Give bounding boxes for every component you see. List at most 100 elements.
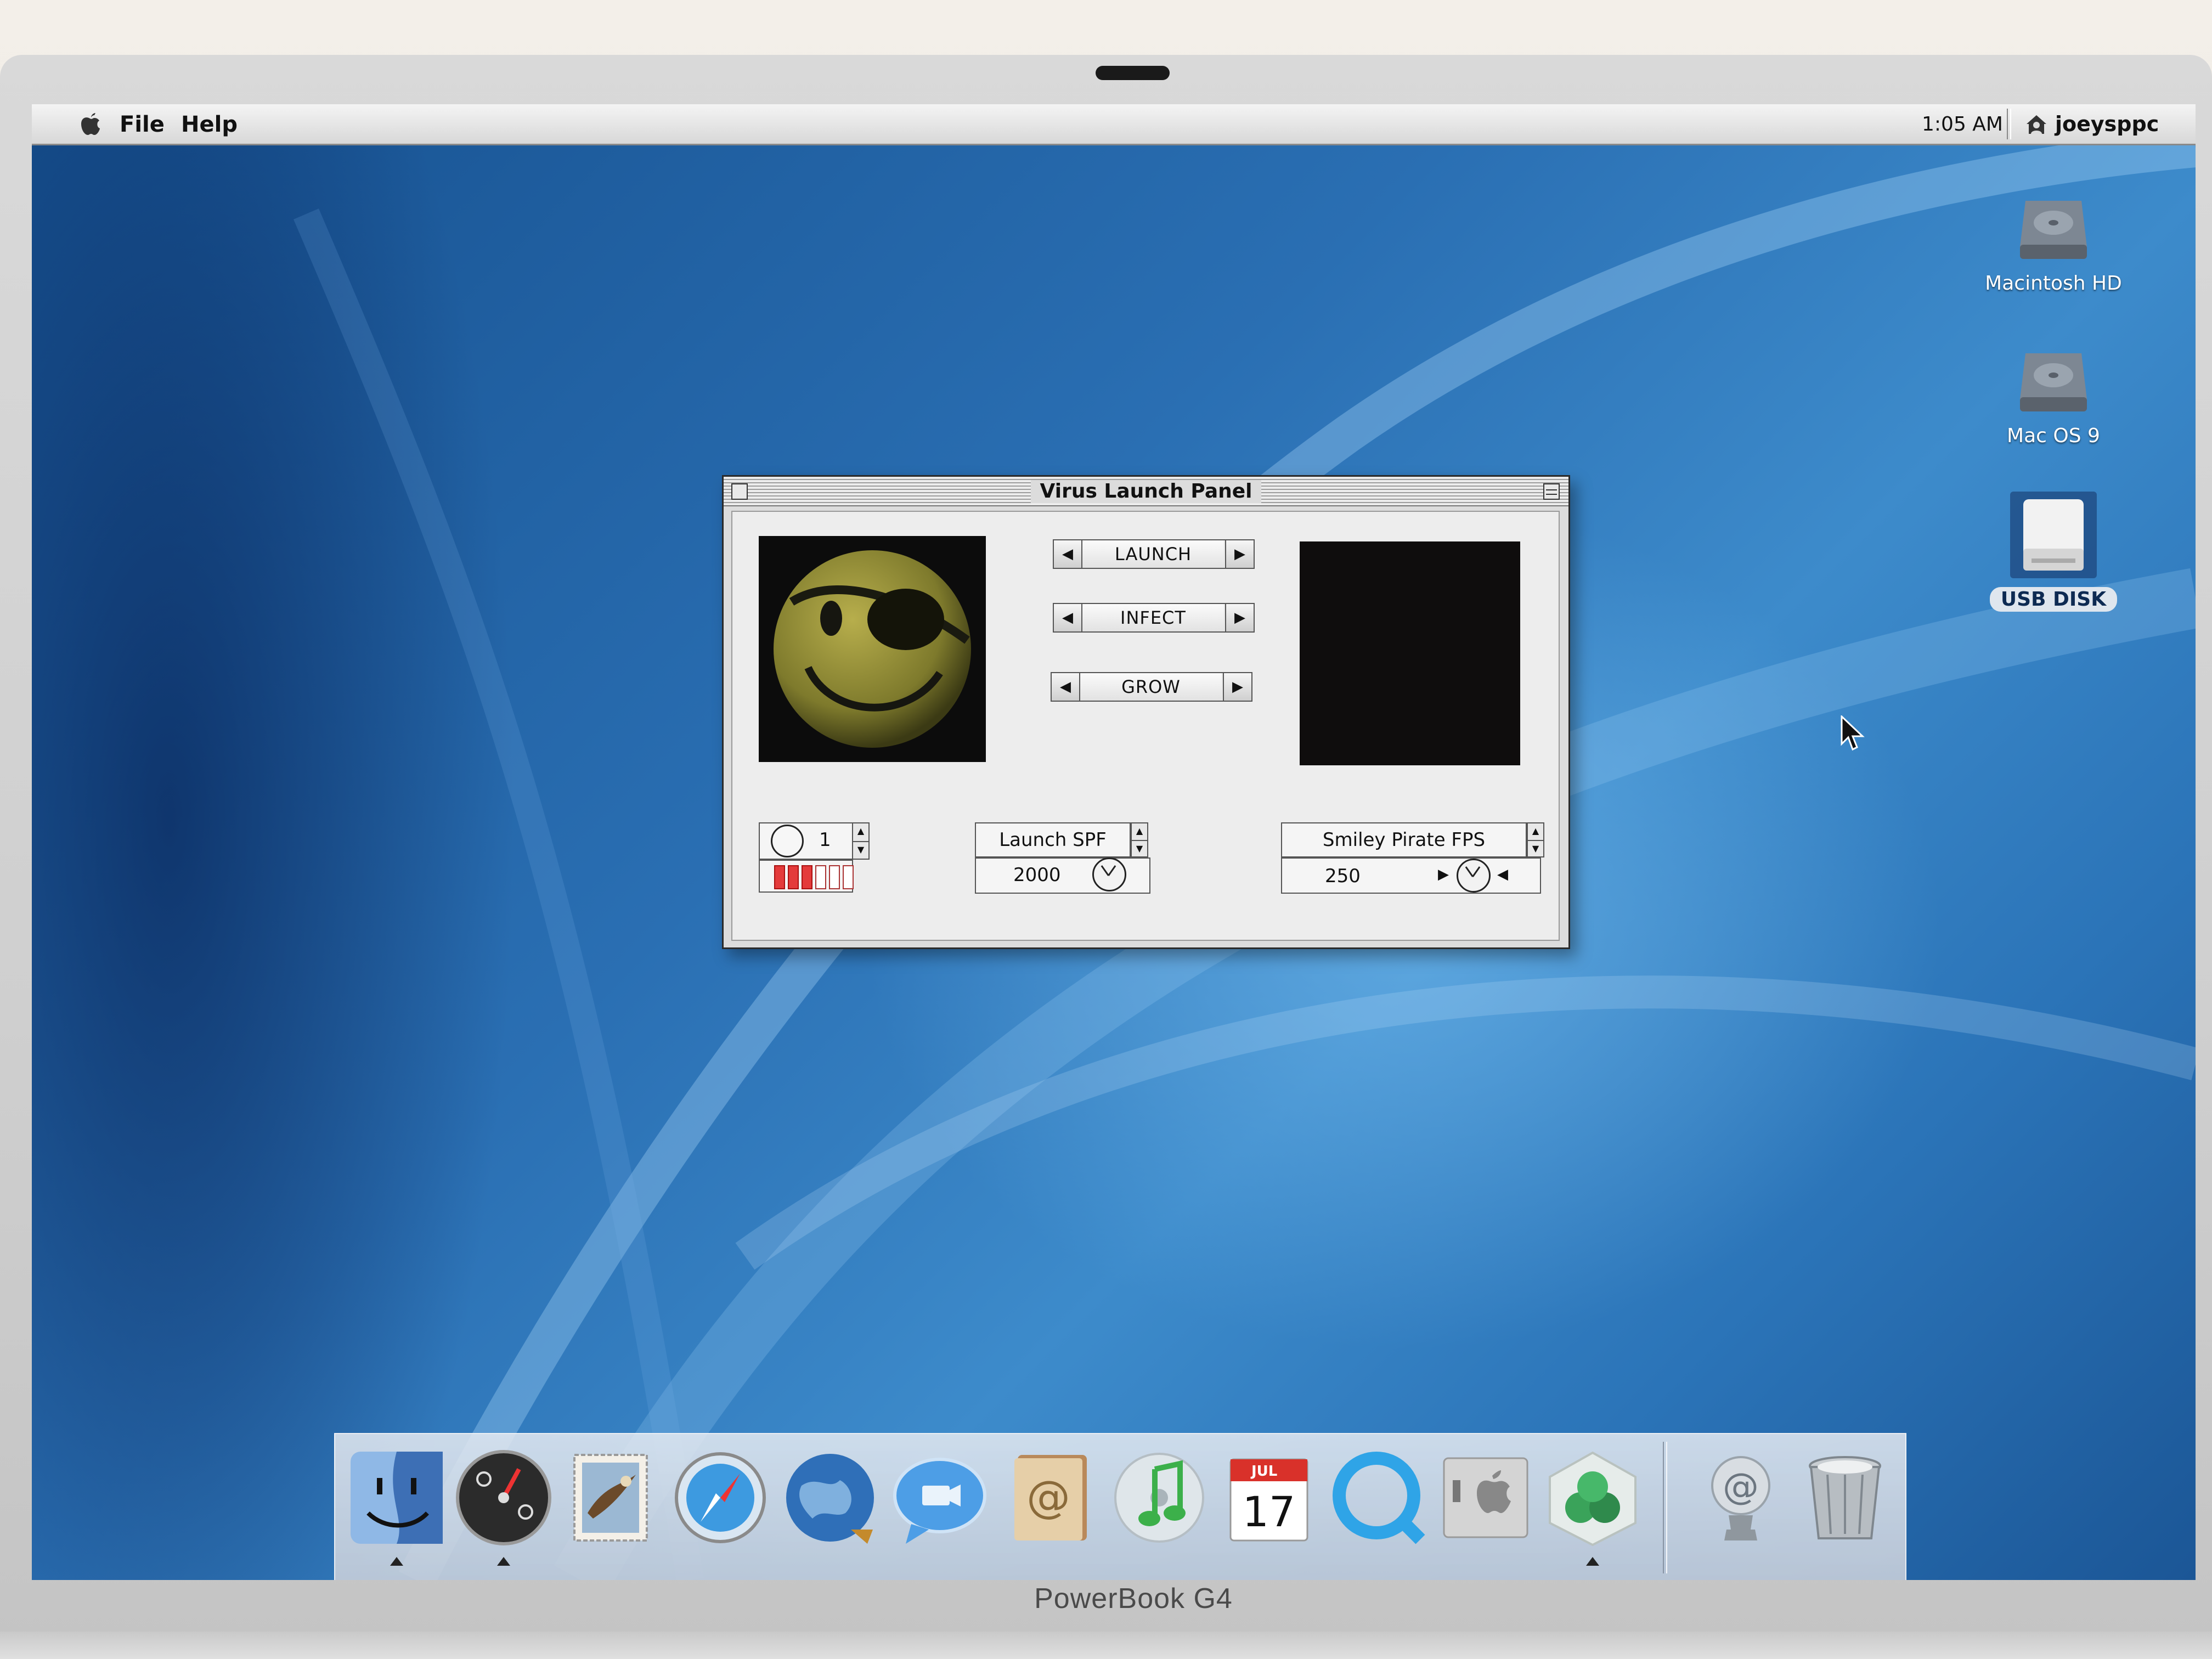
stepper-down-icon[interactable]: ▼ — [853, 842, 868, 860]
meter-segment — [843, 865, 854, 889]
meter-segment — [774, 865, 785, 889]
user-menu[interactable]: joeysppc — [2055, 112, 2159, 136]
laptop-hinge — [0, 1632, 2212, 1659]
bezel-model-label: PowerBook G4 — [1034, 1583, 1233, 1615]
menu-separator — [2007, 109, 2011, 139]
virus-meter — [774, 865, 854, 889]
classic-app-icon — [1549, 1451, 1637, 1547]
finder-icon — [351, 1452, 443, 1544]
meter-segment — [802, 865, 812, 889]
desktop-icon-label: Mac OS 9 — [2007, 425, 2100, 447]
dock-ichat[interactable] — [889, 1447, 990, 1548]
screen: File Help 1:05 AM joeysppc Macintosh HD … — [32, 104, 2196, 1580]
infect-button[interactable]: INFECT — [1082, 604, 1224, 631]
counter-stepper[interactable]: ▲ ▼ — [852, 822, 870, 860]
fps-right-arrow-icon[interactable]: ▶ — [1438, 866, 1449, 883]
dock-safari[interactable] — [670, 1447, 771, 1548]
close-box[interactable] — [731, 483, 748, 500]
virus-launch-panel-window: Virus Launch Panel ◀ LAUNCH ▶ ◀ INFECT ▶… — [722, 475, 1570, 949]
address-book-icon: @ — [1014, 1455, 1087, 1541]
infect-control: ◀ INFECT ▶ — [1053, 603, 1255, 633]
launch-left-arrow[interactable]: ◀ — [1054, 540, 1082, 568]
apple-menu-icon[interactable] — [76, 110, 104, 138]
stepper-down-icon[interactable]: ▼ — [1528, 841, 1543, 857]
desktop-icon-macintosh-hd[interactable]: Macintosh HD — [1971, 190, 2136, 295]
dock-ical[interactable]: JUL 17 — [1218, 1447, 1319, 1548]
launch-spf-value: 2000 — [1013, 864, 1061, 886]
smiley-pirate-icon — [774, 550, 971, 748]
launch-button[interactable]: LAUNCH — [1082, 540, 1224, 568]
itunes-icon — [1114, 1453, 1204, 1543]
meter-segment — [815, 865, 826, 889]
usb-disk-icon — [2010, 492, 2097, 578]
user-icon — [2027, 115, 2046, 134]
dock-finder[interactable] — [346, 1447, 447, 1566]
dock-mail[interactable] — [560, 1447, 661, 1548]
desktop-icon-mac-os-9[interactable]: Mac OS 9 — [1971, 342, 2136, 447]
meter-segment — [788, 865, 799, 889]
dock-itunes[interactable] — [1109, 1447, 1210, 1548]
infect-right-arrow[interactable]: ▶ — [1225, 604, 1254, 631]
dock: @ JUL 17 @ — [334, 1433, 1906, 1580]
dock-dashboard[interactable] — [453, 1447, 554, 1566]
camera-notch — [1096, 66, 1170, 80]
virus-counter-value: 1 — [819, 829, 831, 851]
window-title: Virus Launch Panel — [1031, 480, 1261, 503]
smiley-fps-stepper[interactable]: ▲ ▼ — [1527, 822, 1544, 857]
desktop-icon-label: USB DISK — [1989, 587, 2118, 612]
running-indicator — [497, 1557, 510, 1566]
meter-segment — [829, 865, 840, 889]
system-preferences-icon — [1443, 1457, 1528, 1538]
stepper-up-icon[interactable]: ▲ — [1132, 823, 1147, 841]
preview-area — [1300, 541, 1520, 765]
dock-trash[interactable] — [1795, 1447, 1895, 1548]
infect-left-arrow[interactable]: ◀ — [1054, 604, 1082, 631]
dock-address-book[interactable]: @ — [999, 1447, 1100, 1548]
stepper-down-icon[interactable]: ▼ — [1132, 841, 1147, 857]
dock-classic-app[interactable] — [1542, 1447, 1643, 1566]
window-title-bar[interactable]: Virus Launch Panel — [724, 477, 1568, 506]
stepper-up-icon[interactable]: ▲ — [853, 823, 868, 842]
dock-system-preferences[interactable] — [1435, 1447, 1536, 1548]
hard-drive-icon — [2020, 201, 2087, 259]
grow-control: ◀ GROW ▶ — [1051, 672, 1252, 702]
menu-file[interactable]: File — [120, 112, 165, 137]
trash-icon — [1809, 1456, 1881, 1539]
svg-text:@: @ — [1723, 1465, 1759, 1508]
dock-divider — [1663, 1442, 1667, 1573]
dock-quicktime[interactable] — [1328, 1447, 1429, 1548]
window-content: ◀ LAUNCH ▶ ◀ INFECT ▶ ◀ GROW ▶ 1 ▲ ▼ Lau… — [731, 511, 1560, 941]
mouse-cursor-icon — [1841, 715, 1865, 751]
smiley-pirate-image — [759, 536, 986, 762]
smiley-fps-dial-icon[interactable] — [1457, 859, 1491, 893]
ical-day: 17 — [1243, 1487, 1296, 1536]
mail-icon — [573, 1454, 648, 1542]
dock-network-globe[interactable] — [780, 1447, 881, 1548]
ichat-icon — [893, 1458, 986, 1544]
grow-button[interactable]: GROW — [1080, 673, 1222, 701]
desktop-icon-usb-disk[interactable]: USB DISK — [1971, 488, 2136, 612]
grow-right-arrow[interactable]: ▶ — [1223, 673, 1251, 701]
ical-icon: JUL 17 — [1229, 1458, 1308, 1542]
stepper-up-icon[interactable]: ▲ — [1528, 823, 1543, 841]
running-indicator — [1586, 1557, 1599, 1566]
launch-spf-label: Launch SPF — [975, 822, 1131, 857]
dashboard-icon — [456, 1450, 551, 1545]
launch-spf-dial-icon[interactable] — [1092, 857, 1126, 891]
desktop-icon-label: Macintosh HD — [1985, 272, 2122, 295]
menu-clock[interactable]: 1:05 AM — [1922, 113, 2003, 136]
smiley-fps-label: Smiley Pirate FPS — [1281, 822, 1527, 857]
svg-text:@: @ — [1026, 1471, 1070, 1522]
dock-internet-connect[interactable]: @ — [1690, 1447, 1791, 1548]
grow-left-arrow[interactable]: ◀ — [1052, 673, 1080, 701]
launch-spf-stepper[interactable]: ▲ ▼ — [1131, 822, 1148, 857]
hard-drive-icon — [2020, 353, 2087, 411]
launch-right-arrow[interactable]: ▶ — [1225, 540, 1254, 568]
menu-help[interactable]: Help — [181, 112, 238, 137]
internet-connect-icon: @ — [1711, 1456, 1770, 1541]
network-globe-icon — [786, 1454, 874, 1544]
fps-left-arrow-icon[interactable]: ◀ — [1497, 866, 1508, 883]
collapse-box[interactable] — [1543, 483, 1560, 500]
menu-bar: File Help 1:05 AM joeysppc — [32, 104, 2196, 145]
smiley-fps-value: 250 — [1325, 865, 1361, 887]
